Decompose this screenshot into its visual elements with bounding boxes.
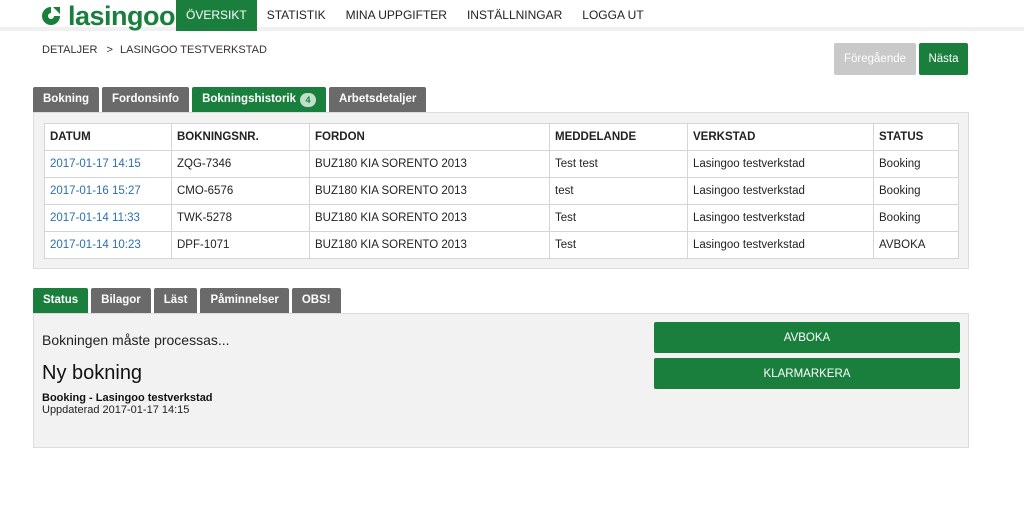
column-header-status: STATUS xyxy=(873,123,959,151)
booking-number: ZQG-7346 xyxy=(171,150,310,178)
tab-last[interactable]: Läst xyxy=(153,288,198,313)
table-row[interactable]: 2017-01-16 15:27 CMO-6576 BUZ180 KIA SOR… xyxy=(44,177,959,205)
booking-number: TWK-5278 xyxy=(171,204,310,232)
tab-label: Status xyxy=(43,294,79,306)
avboka-button[interactable]: AVBOKA xyxy=(654,322,960,353)
count-badge: 4 xyxy=(300,92,317,107)
lasingoo-c-logo-icon xyxy=(40,5,62,27)
table-row[interactable]: 2017-01-14 10:23 DPF-1071 BUZ180 KIA SOR… xyxy=(44,231,959,259)
nav-installningar[interactable]: INSTÄLLNINGAR xyxy=(457,0,572,31)
workshop: Lasingoo testverkstad xyxy=(687,177,874,205)
breadcrumb-current: LASINGOO TESTVERKSTAD xyxy=(119,44,267,56)
status-panel: Bokningen måste processas... Ny bokning … xyxy=(33,313,969,448)
tab-bokning[interactable]: Bokning xyxy=(33,87,99,112)
updated-timestamp: Uppdaterad 2017-01-17 14:15 xyxy=(42,404,190,416)
tab-status[interactable]: Status xyxy=(33,288,89,313)
main-nav: ÖVERSIKT STATISTIK MINA UPPGIFTER INSTÄL… xyxy=(176,0,654,31)
brand-logo[interactable]: lasingoo xyxy=(40,1,176,31)
tab-label: Påminnelser xyxy=(210,294,279,306)
status-title: Ny bokning xyxy=(42,362,143,384)
status: Booking xyxy=(873,204,959,232)
booking-workshop-line: Booking - Lasingoo testverkstad xyxy=(42,392,213,404)
tab-fordonsinfo[interactable]: Fordonsinfo xyxy=(102,87,190,112)
tab-label: Fordonsinfo xyxy=(112,93,180,105)
tab-label: OBS! xyxy=(301,294,331,306)
workshop: Lasingoo testverkstad xyxy=(687,231,874,259)
top-bar: lasingoo ÖVERSIKT STATISTIK MINA UPPGIFT… xyxy=(0,0,1024,31)
brand-name: lasingoo xyxy=(68,1,176,31)
tab-label: Bokning xyxy=(43,93,89,105)
breadcrumb-root[interactable]: DETALJER xyxy=(42,44,97,56)
date-link[interactable]: 2017-01-17 14:15 xyxy=(44,150,172,178)
nav-statistik[interactable]: STATISTIK xyxy=(257,0,336,31)
breadcrumb-separator: > xyxy=(106,44,113,56)
tab-paminnelser[interactable]: Påminnelser xyxy=(200,288,289,313)
date-link[interactable]: 2017-01-16 15:27 xyxy=(44,177,172,205)
klarmarkera-button[interactable]: KLARMARKERA xyxy=(654,358,960,389)
tab-obs[interactable]: OBS! xyxy=(291,288,341,313)
history-panel: DATUM BOKNINGSNR. FORDON MEDDELANDE VERK… xyxy=(33,112,969,269)
tab-label: Läst xyxy=(163,294,188,306)
booking-number: CMO-6576 xyxy=(171,177,310,205)
message: Test xyxy=(549,231,688,259)
vehicle: BUZ180 KIA SORENTO 2013 xyxy=(309,231,550,259)
detail-tabs: Bokning Fordonsinfo Bokningshistorik 4 A… xyxy=(33,87,427,112)
status-tabs: Status Bilagor Läst Påminnelser OBS! xyxy=(33,288,341,313)
status: AVBOKA xyxy=(873,231,959,259)
tab-label: Bokningshistorik xyxy=(202,93,297,105)
breadcrumb: DETALJER > LASINGOO TESTVERKSTAD xyxy=(42,44,267,56)
vehicle: BUZ180 KIA SORENTO 2013 xyxy=(309,150,550,178)
workshop: Lasingoo testverkstad xyxy=(687,150,874,178)
column-header-bokningsnr: BOKNINGSNR. xyxy=(171,123,310,151)
column-header-fordon: FORDON xyxy=(309,123,550,151)
history-table: DATUM BOKNINGSNR. FORDON MEDDELANDE VERK… xyxy=(44,123,959,259)
table-row[interactable]: 2017-01-17 14:15 ZQG-7346 BUZ180 KIA SOR… xyxy=(44,150,959,178)
tab-label: Arbetsdetaljer xyxy=(339,93,417,105)
column-header-meddelande: MEDDELANDE xyxy=(549,123,688,151)
vehicle: BUZ180 KIA SORENTO 2013 xyxy=(309,204,550,232)
table-header-row: DATUM BOKNINGSNR. FORDON MEDDELANDE VERK… xyxy=(44,123,959,151)
message: Test xyxy=(549,204,688,232)
nav-logga-ut[interactable]: LOGGA UT xyxy=(572,0,653,31)
status: Booking xyxy=(873,177,959,205)
message: Test test xyxy=(549,150,688,178)
table-row[interactable]: 2017-01-14 11:33 TWK-5278 BUZ180 KIA SOR… xyxy=(44,204,959,232)
booking-number: DPF-1071 xyxy=(171,231,310,259)
message: test xyxy=(549,177,688,205)
tab-label: Bilagor xyxy=(101,294,141,306)
nav-oversikt[interactable]: ÖVERSIKT xyxy=(176,0,257,31)
previous-button[interactable]: Föregående xyxy=(834,43,916,75)
column-header-datum: DATUM xyxy=(44,123,172,151)
tab-bokningshistorik[interactable]: Bokningshistorik 4 xyxy=(192,87,327,112)
tab-arbetsdetaljer[interactable]: Arbetsdetaljer xyxy=(329,87,427,112)
date-link[interactable]: 2017-01-14 11:33 xyxy=(44,204,172,232)
column-header-verkstad: VERKSTAD xyxy=(687,123,874,151)
process-message: Bokningen måste processas... xyxy=(42,332,230,348)
next-button[interactable]: Nästa xyxy=(919,43,968,75)
workshop: Lasingoo testverkstad xyxy=(687,204,874,232)
vehicle: BUZ180 KIA SORENTO 2013 xyxy=(309,177,550,205)
status: Booking xyxy=(873,150,959,178)
date-link[interactable]: 2017-01-14 10:23 xyxy=(44,231,172,259)
tab-bilagor[interactable]: Bilagor xyxy=(91,288,151,313)
nav-mina-uppgifter[interactable]: MINA UPPGIFTER xyxy=(336,0,457,31)
